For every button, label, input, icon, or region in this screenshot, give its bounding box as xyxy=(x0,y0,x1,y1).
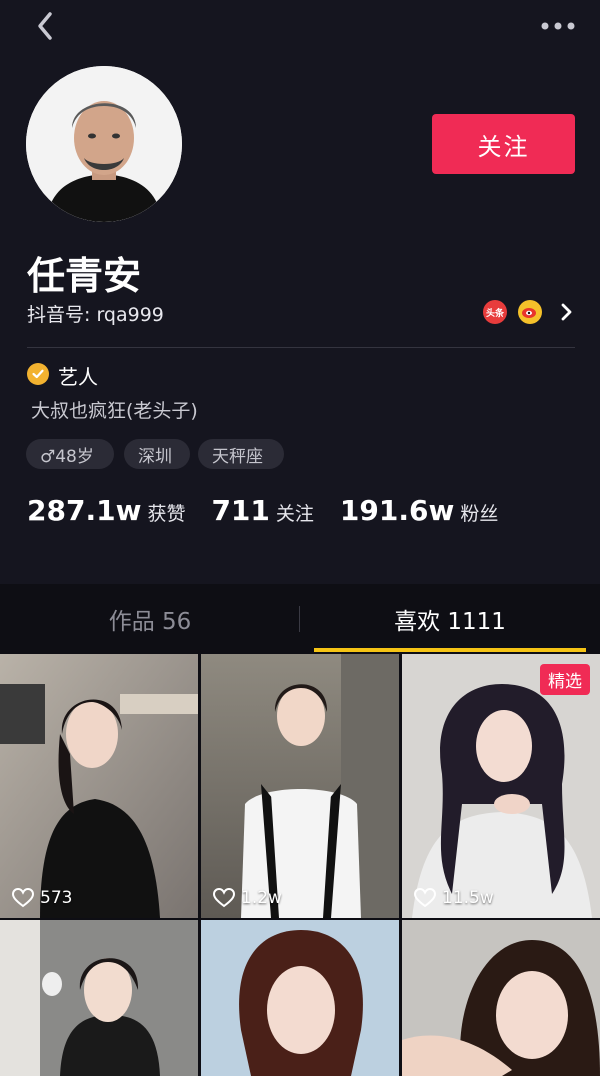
profile-name: 任青安 xyxy=(27,254,142,298)
bio: 大叔也疯狂(老头子) xyxy=(31,400,198,422)
verified-icon xyxy=(27,363,49,385)
more-options-icon[interactable] xyxy=(538,16,578,36)
heart-icon xyxy=(12,888,34,908)
tab-bar: 作品 56 喜欢 1111 xyxy=(0,584,600,654)
verification-label: 艺人 xyxy=(58,365,98,389)
douyin-id: 抖音号: rqa999 xyxy=(27,304,164,326)
weibo-icon[interactable] xyxy=(518,300,542,324)
video-like-value: 573 xyxy=(40,888,73,908)
video-thumbnail[interactable] xyxy=(0,920,198,1076)
video-like-count: 1.2w xyxy=(213,888,282,908)
divider xyxy=(27,347,575,348)
stat-likes[interactable]: 287.1w 获赞 xyxy=(27,494,185,527)
heart-icon xyxy=(213,888,235,908)
tab-likes[interactable]: 喜欢 1111 xyxy=(300,584,600,654)
follow-button[interactable]: 关注 xyxy=(432,114,575,174)
stat-likes-count: 287.1w xyxy=(27,494,142,527)
stat-likes-label: 获赞 xyxy=(147,503,186,525)
video-thumbnail[interactable]: 精选 11.5w xyxy=(402,654,600,918)
video-thumbnail[interactable]: 1.2w xyxy=(201,654,399,918)
video-like-value: 11.5w xyxy=(442,888,494,908)
video-like-count: 11.5w xyxy=(414,888,494,908)
stat-followers[interactable]: 191.6w 粉丝 xyxy=(340,494,498,527)
toutiao-label: 头条 xyxy=(485,308,504,319)
toutiao-icon[interactable]: 头条 xyxy=(483,300,507,324)
featured-badge: 精选 xyxy=(540,664,590,695)
stats-row: 287.1w 获赞 711 关注 191.6w 粉丝 xyxy=(27,494,524,527)
video-like-value: 1.2w xyxy=(241,888,282,908)
tag-age-gender: ♂48岁 xyxy=(26,439,114,469)
video-thumbnail[interactable] xyxy=(201,920,399,1076)
stat-following[interactable]: 711 关注 xyxy=(211,494,313,527)
stat-followers-count: 191.6w xyxy=(339,494,455,527)
tab-works[interactable]: 作品 56 xyxy=(0,584,300,654)
heart-icon xyxy=(414,888,436,908)
stat-followers-label: 粉丝 xyxy=(460,503,499,525)
stat-following-count: 711 xyxy=(211,494,270,527)
stat-following-label: 关注 xyxy=(275,503,314,525)
back-icon[interactable] xyxy=(28,8,68,48)
video-thumbnail[interactable] xyxy=(402,920,600,1076)
tag-city: 深圳 xyxy=(124,439,190,469)
chevron-right-icon[interactable] xyxy=(556,300,576,324)
video-grid: 573 1.2w 精选 11.5w xyxy=(0,652,600,1076)
video-like-count: 573 xyxy=(12,888,72,908)
avatar[interactable] xyxy=(26,66,182,222)
tag-zodiac: 天秤座 xyxy=(198,439,284,469)
video-thumbnail[interactable]: 573 xyxy=(0,654,198,918)
